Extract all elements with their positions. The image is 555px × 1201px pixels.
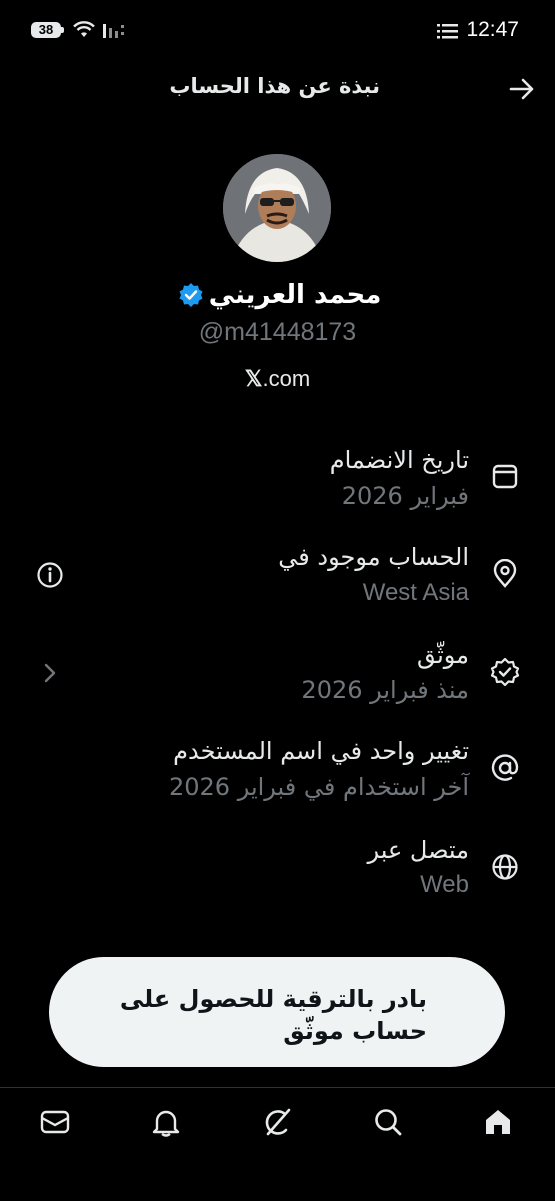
avatar-photo (223, 154, 331, 262)
bottom-nav (0, 1087, 555, 1201)
verified-badge-icon[interactable] (178, 282, 204, 308)
location-value: West Asia (362, 579, 469, 606)
site-label: 𝕏.com (0, 366, 555, 392)
avatar (223, 154, 331, 262)
connected-via-title: متصل عبر (367, 836, 469, 864)
join-date-value: فبراير 2026 (341, 482, 469, 510)
username-change-value: آخر استخدام في فبراير 2026 (169, 773, 469, 801)
mail-icon[interactable] (39, 1106, 71, 1138)
location-pin-icon (493, 559, 517, 588)
battery-tip (61, 27, 64, 33)
chevron-right-icon[interactable] (36, 659, 64, 687)
username-change-title: تغيير واحد في اسم المستخدم (173, 737, 469, 765)
clock: 12:47 (466, 18, 519, 41)
battery-indicator: 38 (31, 22, 61, 38)
notification-list-icon (437, 24, 458, 39)
bell-icon[interactable] (150, 1106, 182, 1138)
upgrade-button-label: بادر بالترقية للحصول على حساب موثّق (97, 983, 427, 1047)
site-suffix: .com (262, 366, 311, 391)
verified-check-icon (490, 657, 520, 687)
signal-icon (103, 24, 124, 38)
search-icon[interactable] (372, 1106, 404, 1138)
wifi-icon (73, 21, 95, 37)
back-arrow-icon[interactable] (508, 76, 536, 102)
upgrade-verified-button[interactable]: بادر بالترقية للحصول على حساب موثّق (49, 957, 505, 1067)
page-title: نبذة عن هذا الحساب (169, 74, 380, 98)
upgrade-label-line2: حساب موثّق (283, 1017, 427, 1045)
grok-icon[interactable] (261, 1106, 293, 1138)
location-title: الحساب موجود في (278, 543, 469, 571)
globe-icon (492, 854, 518, 880)
upgrade-label-line1: بادر بالترقية للحصول على (119, 985, 427, 1013)
status-bar: 38 12:47 (0, 0, 555, 60)
connected-via-value: Web (420, 871, 469, 898)
at-sign-icon (491, 754, 519, 781)
verified-value: منذ فبراير 2026 (301, 676, 469, 704)
display-name: محمد العريني (208, 280, 382, 310)
x-logo-icon: 𝕏 (244, 366, 263, 391)
join-date-title: تاريخ الانضمام (329, 446, 469, 474)
info-icon[interactable] (36, 561, 64, 589)
calendar-icon (492, 464, 518, 489)
username-handle: @m41448173 (198, 318, 357, 346)
verified-title: موثّق (417, 641, 469, 669)
display-name-row: محمد العريني (0, 280, 555, 310)
home-icon[interactable] (482, 1106, 514, 1138)
